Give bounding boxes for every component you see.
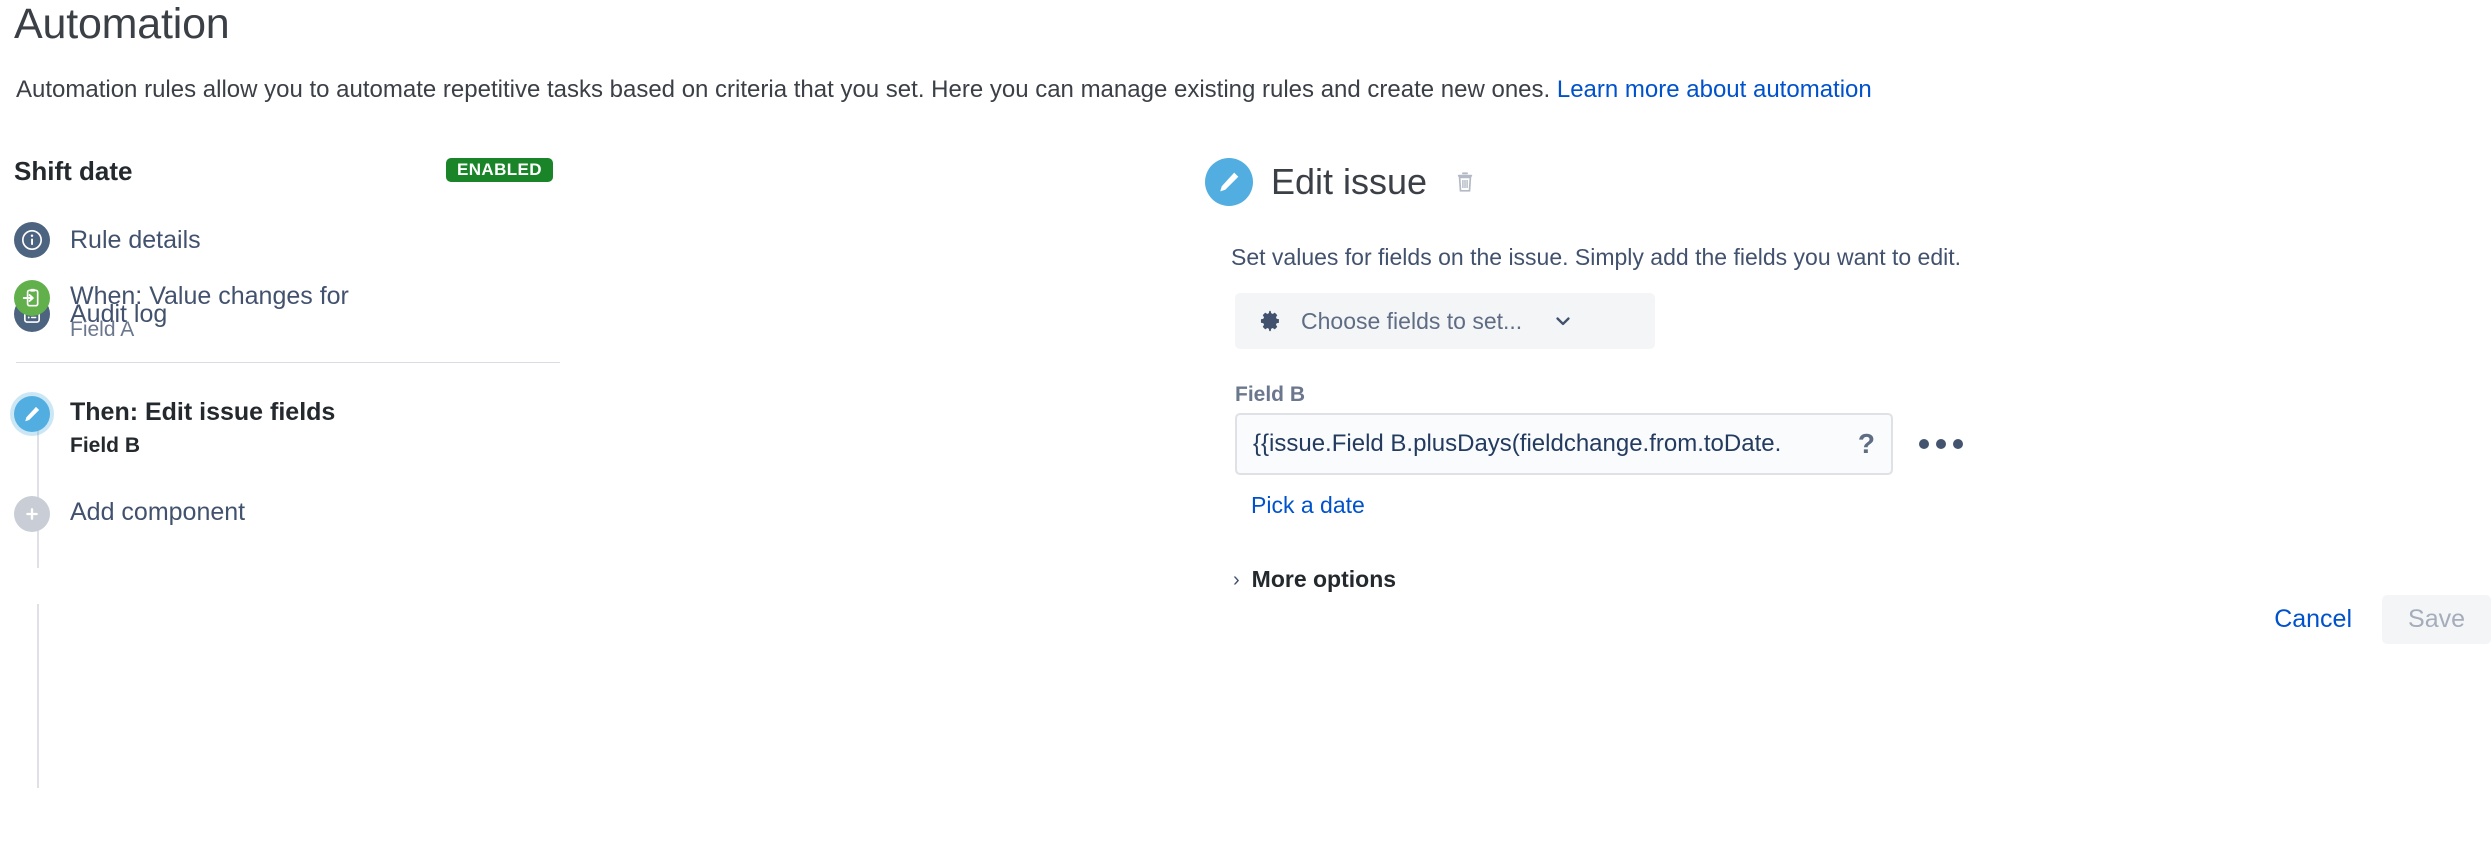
trash-icon[interactable] bbox=[1453, 169, 1477, 195]
ellipsis-dot bbox=[1936, 439, 1946, 449]
field-b-row: {{issue.Field B.plusDays(fieldchange.fro… bbox=[1235, 413, 1969, 475]
automation-page: Automation Automation rules allow you to… bbox=[0, 0, 2491, 853]
more-options-label: More options bbox=[1251, 566, 1397, 592]
choose-fields-label: Choose fields to set... bbox=[1301, 307, 1523, 334]
panel-title: Edit issue bbox=[1271, 161, 1428, 202]
page-description-text: Automation rules allow you to automate r… bbox=[16, 76, 1557, 103]
status-badge[interactable]: ENABLED bbox=[446, 158, 553, 182]
rule-step-trigger-title: When: Value changes for bbox=[70, 282, 349, 310]
rule-step-action-title: Then: Edit issue fields bbox=[70, 398, 336, 426]
page-description: Automation rules allow you to automate r… bbox=[16, 76, 1872, 104]
ellipsis-icon[interactable] bbox=[1913, 429, 1969, 459]
question-mark-icon[interactable]: ? bbox=[1854, 430, 1879, 458]
rule-step-trigger-body: When: Value changes for Field A bbox=[70, 280, 349, 342]
sidebar-item-rule-details[interactable]: Rule details bbox=[14, 218, 414, 262]
rule-step-action-subtitle: Field B bbox=[70, 433, 141, 457]
rule-step-trigger-subtitle: Field A bbox=[70, 317, 135, 341]
panel-description: Set values for fields on the issue. Simp… bbox=[1231, 244, 1962, 270]
rule-sidebar: Shift date ENABLED Rule details Audit lo… bbox=[0, 140, 600, 853]
gear-icon bbox=[1257, 308, 1283, 334]
field-b-label: Field B bbox=[1235, 383, 1306, 406]
field-b-input[interactable]: {{issue.Field B.plusDays(fieldchange.fro… bbox=[1235, 413, 1893, 475]
more-options-toggle[interactable]: › More options bbox=[1233, 566, 1396, 593]
rule-step-trigger[interactable]: When: Value changes for Field A bbox=[14, 280, 534, 342]
timeline-connector bbox=[37, 604, 39, 788]
pencil-icon bbox=[1205, 158, 1253, 206]
action-detail-panel: Edit issue Set values for fields on the … bbox=[1195, 148, 2491, 853]
panel-actions: Cancel Save bbox=[2266, 595, 2491, 644]
rule-step-action-body: Then: Edit issue fields Field B bbox=[70, 396, 335, 458]
plus-icon bbox=[14, 496, 50, 532]
sidebar-item-rule-details-label: Rule details bbox=[70, 225, 201, 254]
add-component-body: Add component bbox=[70, 496, 245, 527]
choose-fields-dropdown[interactable]: Choose fields to set... bbox=[1235, 293, 1655, 349]
chevron-down-icon bbox=[1552, 310, 1574, 332]
pick-a-date-link[interactable]: Pick a date bbox=[1251, 492, 1365, 519]
sidebar-divider bbox=[16, 362, 560, 363]
trigger-icon bbox=[14, 280, 50, 316]
save-button[interactable]: Save bbox=[2382, 595, 2491, 644]
ellipsis-dot bbox=[1919, 439, 1929, 449]
add-component-label: Add component bbox=[70, 498, 246, 526]
pencil-icon bbox=[14, 396, 50, 432]
learn-more-link[interactable]: Learn more about automation bbox=[1557, 76, 1872, 103]
rule-name: Shift date bbox=[14, 156, 133, 186]
rule-step-action[interactable]: Then: Edit issue fields Field B bbox=[14, 396, 534, 458]
page-title: Automation bbox=[14, 0, 230, 48]
field-b-value: {{issue.Field B.plusDays(fieldchange.fro… bbox=[1253, 430, 1782, 457]
add-component-button[interactable]: Add component bbox=[14, 496, 534, 532]
rule-header: Shift date ENABLED bbox=[14, 156, 574, 190]
panel-header: Edit issue bbox=[1205, 158, 1477, 206]
info-circle-icon bbox=[14, 222, 50, 258]
ellipsis-dot bbox=[1953, 439, 1963, 449]
chevron-right-icon: › bbox=[1233, 568, 1240, 591]
cancel-button[interactable]: Cancel bbox=[2266, 599, 2360, 640]
